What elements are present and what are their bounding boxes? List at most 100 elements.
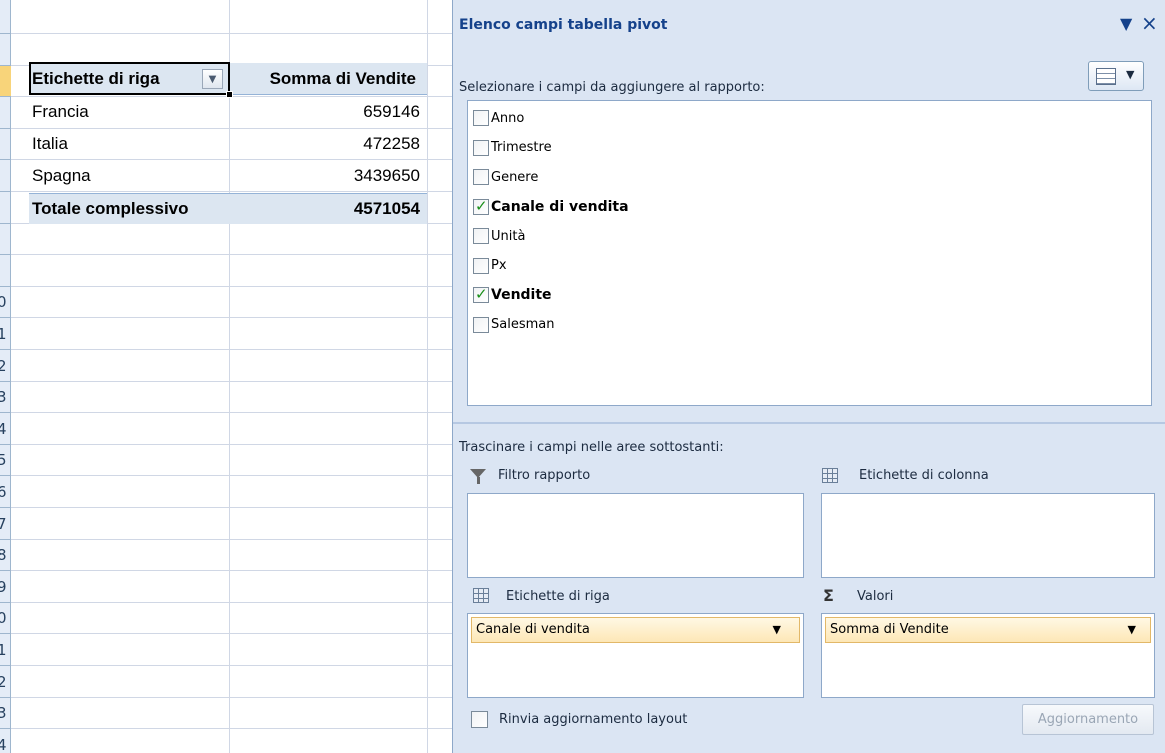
gridline xyxy=(11,570,452,572)
row-header[interactable] xyxy=(0,66,11,98)
row-header[interactable] xyxy=(0,161,11,192)
panel-splitter[interactable] xyxy=(453,422,1165,424)
row-label-cell[interactable]: Spagna xyxy=(32,160,91,191)
row-header[interactable]: 4 xyxy=(0,730,11,753)
field-item[interactable]: Canale di vendita xyxy=(473,196,629,218)
row-header[interactable] xyxy=(0,193,11,224)
row-header[interactable]: 1 xyxy=(0,319,11,350)
gridline xyxy=(11,317,452,319)
row-labels-icon xyxy=(473,588,489,603)
value-cell[interactable]: 659146 xyxy=(230,96,420,127)
value-cell[interactable]: 472258 xyxy=(230,128,420,159)
defer-layout-update-label: Rinvia aggiornamento layout xyxy=(499,712,688,727)
gridline xyxy=(11,191,452,192)
row-labels-area-label: Etichette di riga xyxy=(506,589,610,604)
row-header[interactable]: 3 xyxy=(0,382,11,414)
chevron-down-icon[interactable]: ▼ xyxy=(1128,618,1136,642)
row-header[interactable] xyxy=(0,3,11,34)
layout-icon xyxy=(1096,68,1116,85)
column-labels-area[interactable] xyxy=(821,493,1155,578)
field-item[interactable]: Salesman xyxy=(473,314,554,336)
chevron-down-icon: ▼ xyxy=(1126,68,1135,81)
gridline xyxy=(11,349,452,350)
panel-options-icon[interactable]: ▼ xyxy=(1120,14,1132,33)
row-header[interactable] xyxy=(0,129,11,161)
field-checkbox[interactable] xyxy=(473,197,489,215)
report-filter-label: Filtro rapporto xyxy=(498,468,591,483)
gridline xyxy=(11,696,452,698)
row-header[interactable]: 4 xyxy=(0,414,11,445)
row-labels-area[interactable]: Canale di vendita ▼ xyxy=(467,613,804,698)
close-icon[interactable]: × xyxy=(1141,11,1158,35)
row-header[interactable]: 0 xyxy=(0,603,11,635)
row-label-cell[interactable]: Italia xyxy=(32,128,68,159)
field-item[interactable]: Vendite xyxy=(473,284,552,306)
gridline xyxy=(11,443,452,445)
field-item[interactable]: Genere xyxy=(473,166,538,188)
column-labels-label: Etichette di colonna xyxy=(859,468,989,483)
report-filter-area[interactable] xyxy=(467,493,804,578)
row-header[interactable]: 2 xyxy=(0,351,11,382)
worksheet[interactable]: 012345678901234 Etichette di riga ▼ Somm… xyxy=(0,0,452,753)
field-checkbox[interactable] xyxy=(473,110,489,126)
field-name: Vendite xyxy=(491,287,552,303)
field-item[interactable]: Anno xyxy=(473,107,524,129)
filter-icon-stem xyxy=(477,477,480,484)
gridline xyxy=(11,601,452,603)
active-cell-border xyxy=(29,62,230,95)
column-labels-icon xyxy=(822,468,838,483)
value-cell[interactable]: 3439650 xyxy=(230,160,420,191)
select-fields-label: Selezionare i campi da aggiungere al rap… xyxy=(459,80,765,95)
field-item[interactable]: Trimestre xyxy=(473,137,552,159)
row-labels-field-chip[interactable]: Canale di vendita ▼ xyxy=(471,617,800,643)
field-checkbox[interactable] xyxy=(473,228,489,244)
update-button[interactable]: Aggiornamento xyxy=(1022,704,1154,735)
field-list-layout-button[interactable]: ▼ xyxy=(1088,61,1144,91)
values-area[interactable]: Somma di Vendite ▼ xyxy=(821,613,1155,698)
field-list[interactable]: Anno Trimestre Genere Canale di vendita Unit… xyxy=(467,100,1152,406)
row-header[interactable]: 9 xyxy=(0,572,11,603)
gridline xyxy=(11,475,452,477)
field-name: Canale di vendita xyxy=(491,198,629,215)
field-checkbox[interactable] xyxy=(473,316,489,333)
row-label-cell[interactable]: Francia xyxy=(32,96,89,127)
values-field-chip[interactable]: Somma di Vendite ▼ xyxy=(825,617,1151,643)
row-header[interactable] xyxy=(0,256,11,287)
row-header[interactable] xyxy=(0,35,11,66)
grand-total-label-cell[interactable]: Totale complessivo xyxy=(32,193,189,224)
row-header[interactable] xyxy=(0,224,11,256)
gridline xyxy=(11,412,452,414)
row-header[interactable]: 5 xyxy=(0,445,11,477)
grand-total-value-cell[interactable]: 4571054 xyxy=(230,193,420,224)
row-header[interactable]: 3 xyxy=(0,698,11,730)
gridline xyxy=(11,633,452,635)
field-checkbox[interactable] xyxy=(473,139,489,156)
field-item[interactable]: Px xyxy=(473,255,507,277)
gridline xyxy=(11,507,452,508)
sum-of-sales-header-cell[interactable]: Somma di Vendite xyxy=(230,63,416,94)
field-checkbox[interactable] xyxy=(473,257,489,274)
drag-fields-label: Trascinare i campi nelle aree sottostant… xyxy=(459,440,724,455)
gridline xyxy=(11,728,452,730)
row-header[interactable]: 6 xyxy=(0,477,11,508)
pivot-field-list-panel: Elenco campi tabella pivot ▼ × Seleziona… xyxy=(452,0,1165,753)
row-header[interactable]: 2 xyxy=(0,667,11,698)
chevron-down-icon[interactable]: ▼ xyxy=(773,618,781,642)
sigma-icon: Σ xyxy=(823,586,834,605)
fill-handle[interactable] xyxy=(226,91,233,98)
panel-title: Elenco campi tabella pivot xyxy=(459,17,668,33)
row-header[interactable] xyxy=(0,98,11,129)
field-item[interactable]: Unità xyxy=(473,225,525,247)
row-header[interactable]: 0 xyxy=(0,287,11,319)
row-header[interactable]: 8 xyxy=(0,540,11,572)
field-checkbox[interactable] xyxy=(473,169,489,185)
gridline xyxy=(11,665,452,666)
values-area-label: Valori xyxy=(857,589,894,604)
gridline xyxy=(11,254,452,256)
defer-layout-update-checkbox[interactable] xyxy=(471,711,488,728)
row-header[interactable]: 7 xyxy=(0,509,11,540)
field-name: Unità xyxy=(491,228,526,244)
row-header[interactable]: 1 xyxy=(0,635,11,666)
field-name: Px xyxy=(491,258,507,273)
field-checkbox[interactable] xyxy=(473,285,489,303)
